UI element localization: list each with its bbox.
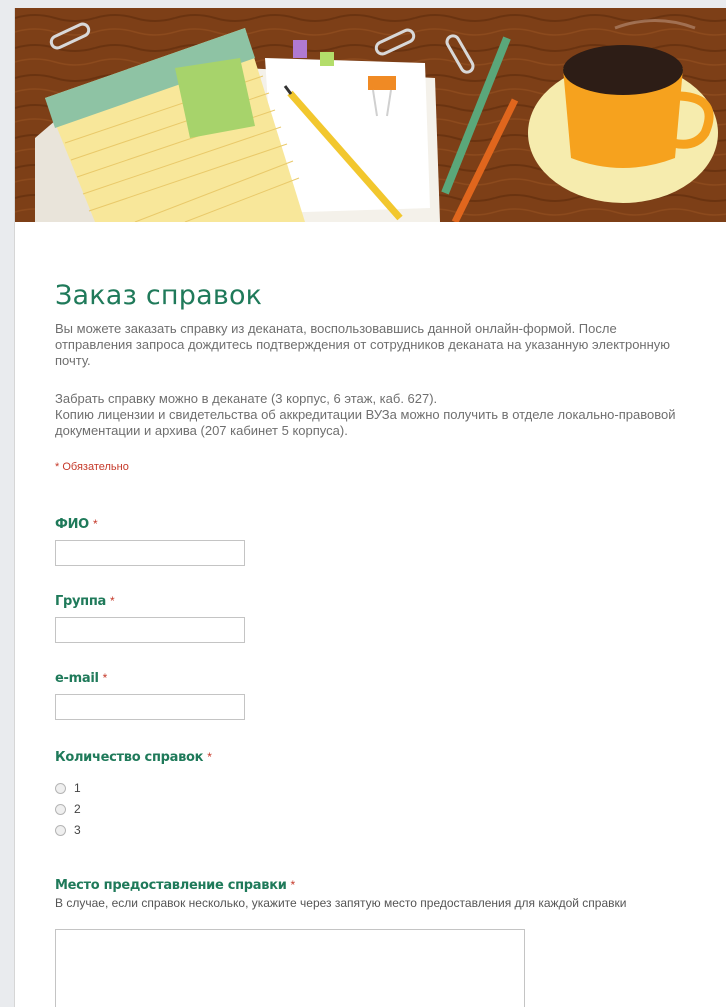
required-star: * <box>290 878 296 892</box>
count-label: Количество справок <box>55 750 204 765</box>
email-question: e-mail * <box>55 671 107 686</box>
required-star: * <box>102 671 108 685</box>
required-star: * <box>110 594 115 608</box>
email-input[interactable] <box>55 694 245 720</box>
count-option-label: 3 <box>74 823 81 837</box>
place-help-text: В случае, если справок несколько, укажит… <box>55 896 627 910</box>
count-option-1[interactable]: 1 <box>55 779 81 797</box>
required-note: * Обязательно <box>55 461 129 473</box>
form-description-intro: Вы можете заказать справку из деканата, … <box>55 321 671 368</box>
email-label: e-mail <box>55 671 99 686</box>
count-option-2[interactable]: 2 <box>55 800 81 818</box>
form-description-pickup: Забрать справку можно в деканате (3 корп… <box>55 391 438 406</box>
place-textarea[interactable] <box>55 929 525 1007</box>
radio-button[interactable] <box>55 824 66 836</box>
required-star: * <box>92 517 98 531</box>
form-description-license: Копию лицензии и свидетельства об аккред… <box>55 407 676 438</box>
header-image <box>15 8 726 222</box>
group-question: Группа * <box>55 594 115 609</box>
count-option-label: 1 <box>74 781 81 795</box>
fio-question: ФИО * <box>55 517 98 532</box>
place-question: Место предоставление справки * <box>55 878 295 893</box>
fio-input[interactable] <box>55 540 245 566</box>
form-card: Заказ справок Вы можете заказать справку… <box>14 8 726 1007</box>
fio-label: ФИО <box>55 517 89 532</box>
form-title: Заказ справок <box>55 280 263 311</box>
count-option-label: 2 <box>74 802 81 816</box>
radio-button[interactable] <box>55 803 66 815</box>
place-label: Место предоставление справки <box>55 878 287 893</box>
count-option-3[interactable]: 3 <box>55 821 81 839</box>
group-input[interactable] <box>55 617 245 643</box>
count-question: Количество справок * <box>55 750 212 765</box>
group-label: Группа <box>55 594 106 609</box>
radio-button[interactable] <box>55 782 66 794</box>
required-star: * <box>207 750 212 764</box>
